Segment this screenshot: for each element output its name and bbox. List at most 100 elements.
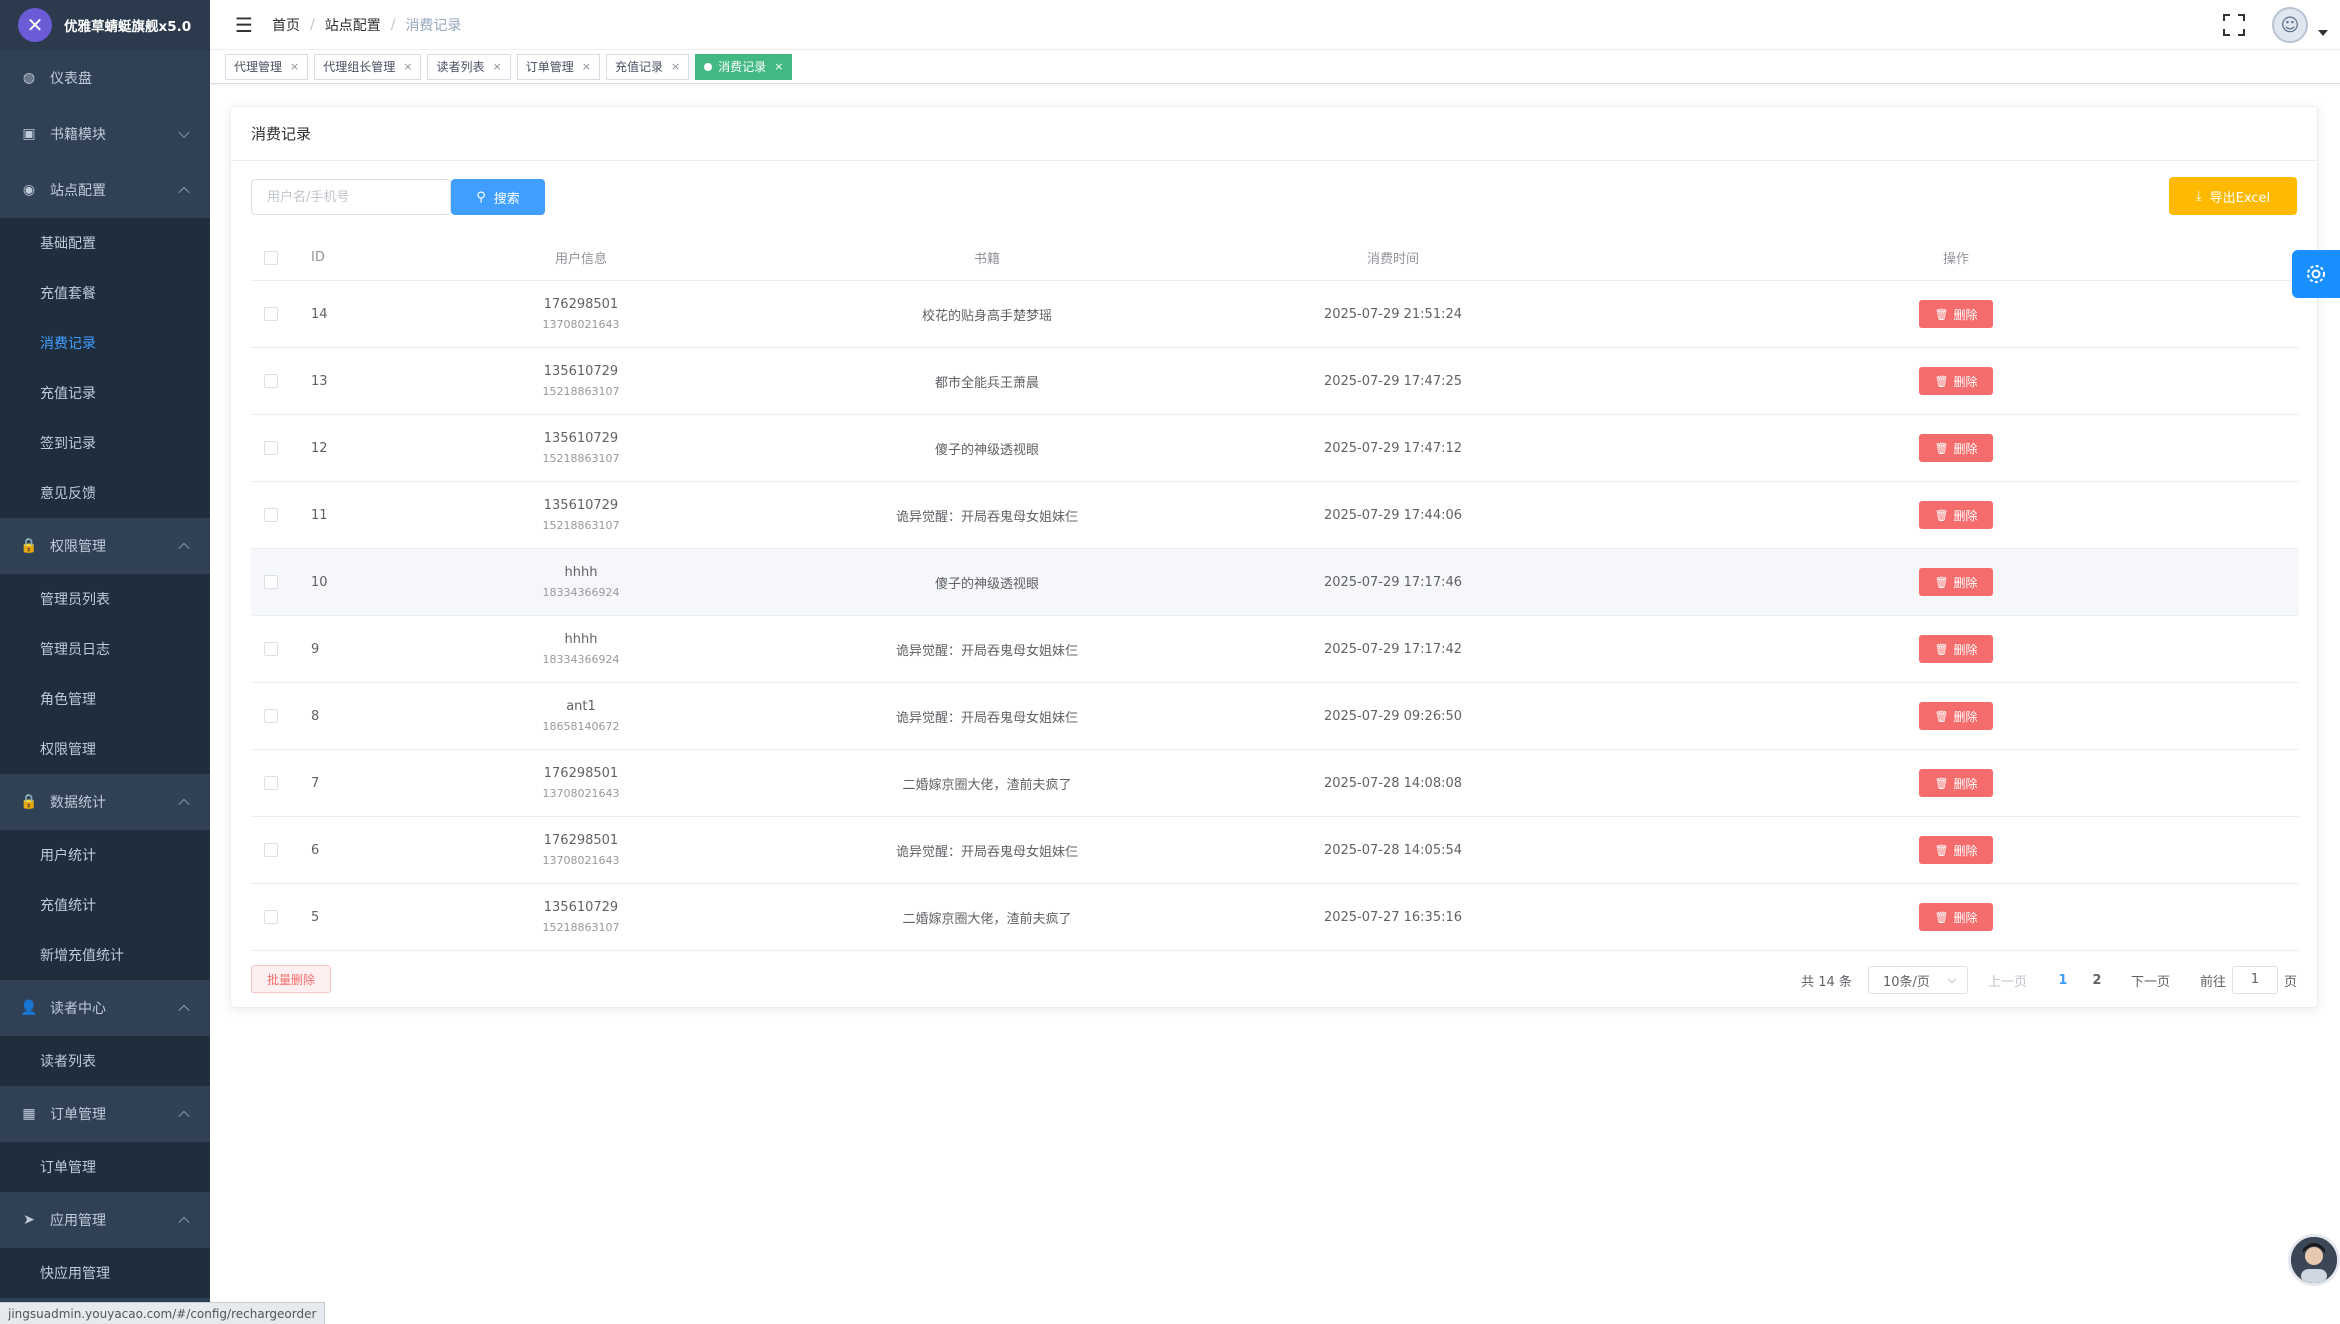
- pagination: 共 14 条 10条/页 上一页 1 2 下一页 前往 1 页: [1801, 965, 2297, 995]
- cell-id: 11: [311, 507, 328, 523]
- delete-button[interactable]: 🗑 删除: [1919, 568, 1993, 596]
- submenu-item-2-2[interactable]: 消费记录: [0, 318, 210, 368]
- delete-button[interactable]: 🗑 删除: [1919, 367, 1993, 395]
- delete-button[interactable]: 🗑 删除: [1919, 635, 1993, 663]
- submenu-item-3-3[interactable]: 权限管理: [0, 724, 210, 774]
- delete-button[interactable]: 🗑 删除: [1919, 702, 1993, 730]
- row-checkbox[interactable]: [264, 441, 278, 455]
- cell-time: 2025-07-29 09:26:50: [1323, 708, 1463, 724]
- sidebar-item-2[interactable]: ◉ 站点配置: [0, 162, 210, 218]
- next-page-button[interactable]: 下一页: [2131, 971, 2170, 990]
- batch-delete-button[interactable]: 批量删除: [251, 965, 331, 993]
- tag-1[interactable]: 代理组长管理 ×: [314, 53, 422, 80]
- cell-id: 8: [311, 708, 320, 724]
- submenu-item-3-0[interactable]: 管理员列表: [0, 574, 210, 624]
- row-checkbox[interactable]: [264, 374, 278, 388]
- submenu-item-2-4[interactable]: 签到记录: [0, 418, 210, 468]
- row-select-cell: [251, 910, 291, 924]
- breadcrumb-current: 消费记录: [405, 17, 462, 34]
- delete-button-label: 删除: [1953, 307, 1978, 322]
- row-checkbox[interactable]: [264, 910, 278, 924]
- sidebar-item-1[interactable]: ▣ 书籍模块: [0, 106, 210, 162]
- delete-button[interactable]: 🗑 删除: [1919, 434, 1993, 462]
- delete-button[interactable]: 🗑 删除: [1919, 836, 1993, 864]
- submenu-item-6-0[interactable]: 订单管理: [0, 1142, 210, 1192]
- select-all-checkbox[interactable]: [264, 250, 278, 265]
- close-icon[interactable]: ×: [492, 60, 501, 73]
- delete-button[interactable]: 🗑 删除: [1919, 300, 1993, 328]
- cell-user: ant1 18658140672: [361, 699, 801, 733]
- submenu-item-2-5[interactable]: 意见反馈: [0, 468, 210, 518]
- caret-down-icon[interactable]: [2318, 30, 2328, 36]
- delete-button[interactable]: 🗑 删除: [1919, 501, 1993, 529]
- row-checkbox[interactable]: [264, 642, 278, 656]
- submenu-item-7-0[interactable]: 快应用管理: [0, 1248, 210, 1298]
- tag-3[interactable]: 订单管理 ×: [516, 53, 600, 80]
- row-checkbox[interactable]: [264, 776, 278, 790]
- sidebar-item-4[interactable]: 🔒 数据统计: [0, 774, 210, 830]
- settings-drawer-button[interactable]: [2292, 250, 2340, 298]
- tag-5[interactable]: 消费记录 ×: [695, 53, 793, 80]
- goto-page-input[interactable]: 1: [2231, 966, 2278, 994]
- page-button-2[interactable]: 2: [2083, 973, 2111, 988]
- submenu-item-4-2[interactable]: 新增充值统计: [0, 930, 210, 980]
- page-size-select[interactable]: 10条/页: [1867, 966, 1968, 994]
- chat-avatar[interactable]: [2288, 1234, 2340, 1286]
- fullscreen-icon[interactable]: [2222, 13, 2246, 37]
- close-icon[interactable]: ×: [290, 60, 299, 73]
- submenu-item-3-2[interactable]: 角色管理: [0, 674, 210, 724]
- submenu-item-4-0[interactable]: 用户统计: [0, 830, 210, 880]
- brand[interactable]: ✕ 优雅草蜻蜓旗舰x5.0: [0, 0, 210, 50]
- breadcrumb-home[interactable]: 首页: [272, 15, 300, 35]
- trash-icon: 🗑: [1934, 575, 1949, 589]
- breadcrumb-site-config[interactable]: 站点配置: [325, 15, 381, 35]
- avatar[interactable]: ☺: [2272, 7, 2308, 43]
- row-select-cell: [251, 508, 291, 522]
- tag-4[interactable]: 充值记录 ×: [605, 53, 690, 80]
- cell-book: 校花的贴身高手楚梦瑶: [921, 308, 1052, 324]
- export-excel-button[interactable]: ⤓ 导出Excel: [2169, 177, 2297, 215]
- row-checkbox[interactable]: [264, 709, 278, 723]
- sidebar-item-7[interactable]: ➤ 应用管理: [0, 1192, 210, 1248]
- column-header-actions: 操作: [1942, 252, 1969, 267]
- sidebar-item-label: 仪表盘: [50, 71, 92, 87]
- page-button-1[interactable]: 1: [2049, 973, 2077, 988]
- close-icon[interactable]: ×: [403, 60, 412, 73]
- user-name: 135610729: [543, 900, 619, 915]
- sidebar-item-0[interactable]: ◍ 仪表盘: [0, 50, 210, 106]
- row-select-cell: [251, 374, 291, 388]
- row-checkbox[interactable]: [264, 307, 278, 321]
- user-phone: 18658140672: [542, 720, 620, 733]
- delete-button[interactable]: 🗑 删除: [1919, 769, 1993, 797]
- submenu-item-2-3[interactable]: 充值记录: [0, 368, 210, 418]
- app-root: ✕ 优雅草蜻蜓旗舰x5.0 ◍ 仪表盘 ▣ 书籍模块 ◉ 站点配置 基础配置 充值套餐 消费记录…: [0, 0, 2340, 1324]
- trash-icon: 🗑: [1934, 776, 1949, 790]
- submenu-item-4-1[interactable]: 充值统计: [0, 880, 210, 930]
- tag-2[interactable]: 读者列表 ×: [427, 53, 511, 80]
- prev-page-button[interactable]: 上一页: [1988, 971, 2027, 990]
- close-icon[interactable]: ×: [582, 60, 591, 73]
- tag-0[interactable]: 代理管理 ×: [225, 53, 309, 80]
- app-title: 优雅草蜻蜓旗舰x5.0: [64, 19, 192, 35]
- search-button[interactable]: ⚲ 搜索: [451, 179, 545, 215]
- cell-user: 135610729 15218863107: [361, 431, 801, 465]
- submenu-item-5-0[interactable]: 读者列表: [0, 1036, 210, 1086]
- row-checkbox[interactable]: [264, 575, 278, 589]
- close-icon[interactable]: ×: [671, 60, 680, 73]
- sidebar-item-6[interactable]: ▦ 订单管理: [0, 1086, 210, 1142]
- submenu-item-2-0[interactable]: 基础配置: [0, 218, 210, 268]
- cell-time: 2025-07-28 14:08:08: [1323, 775, 1463, 791]
- table-header: ID 用户信息 书籍 消费时间 操作: [251, 235, 2299, 281]
- submenu-item-3-1[interactable]: 管理员日志: [0, 624, 210, 674]
- user-name: 176298501: [543, 297, 619, 312]
- delete-button-label: 删除: [1953, 642, 1978, 657]
- hamburger-icon[interactable]: ☰: [224, 0, 264, 50]
- sidebar-item-3[interactable]: 🔒 权限管理: [0, 518, 210, 574]
- delete-button[interactable]: 🗑 删除: [1919, 903, 1993, 931]
- sidebar-item-5[interactable]: 👤 读者中心: [0, 980, 210, 1036]
- row-checkbox[interactable]: [264, 843, 278, 857]
- row-checkbox[interactable]: [264, 508, 278, 522]
- submenu-item-2-1[interactable]: 充值套餐: [0, 268, 210, 318]
- search-input[interactable]: [251, 179, 451, 215]
- close-icon[interactable]: ×: [774, 60, 783, 73]
